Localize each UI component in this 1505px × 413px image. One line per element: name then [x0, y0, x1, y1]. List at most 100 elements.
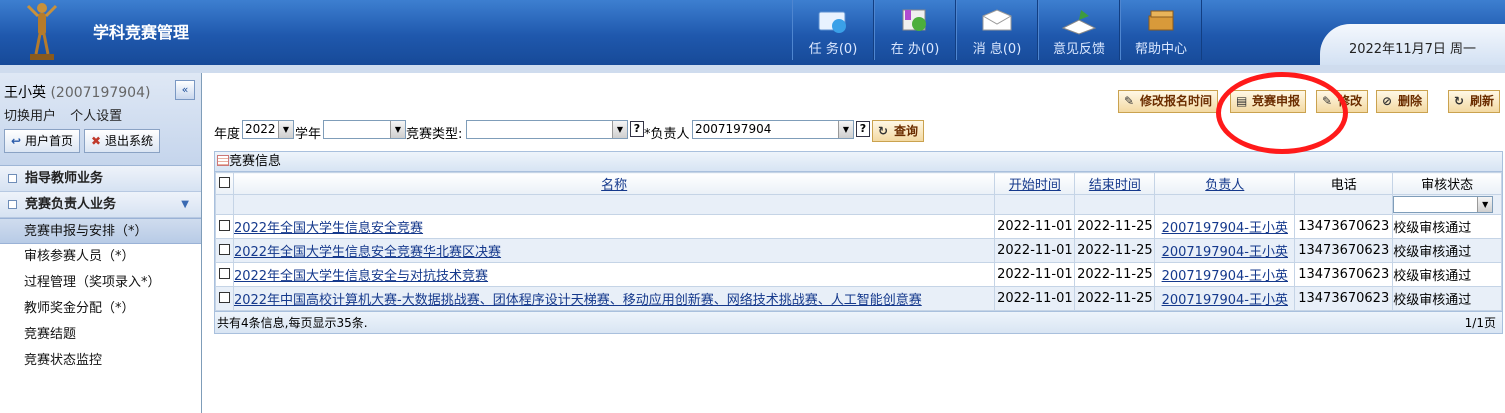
year-select[interactable]: 2022 ▼: [242, 120, 294, 139]
row-checkbox[interactable]: [218, 292, 230, 303]
status-filter-select[interactable]: ▼: [1393, 196, 1494, 213]
start-cell: 2022-11-01: [994, 286, 1076, 311]
row-checkbox[interactable]: [218, 268, 230, 279]
col-end[interactable]: 结束时间: [1074, 172, 1156, 195]
col-name[interactable]: 名称: [232, 172, 996, 195]
sidebar-item-closure[interactable]: 竞赛结题: [0, 322, 201, 348]
tasks-icon: [818, 11, 846, 33]
sidebar-item-monitor[interactable]: 竞赛状态监控: [0, 348, 201, 374]
user-id: (2007197904): [50, 85, 151, 101]
chevron-down-icon: ▼: [838, 121, 853, 138]
group-label: 竞赛负责人业务: [25, 197, 117, 212]
edit-registration-time-button[interactable]: ✎ 修改报名时间: [1118, 90, 1219, 113]
col-status: 审核状态: [1392, 172, 1502, 195]
help-center-icon: [1148, 10, 1174, 31]
status-cell: 校级审核通过: [1392, 262, 1502, 287]
owner-link[interactable]: 2007197904-王小英: [1162, 221, 1288, 236]
col-start-link[interactable]: 开始时间: [1009, 178, 1061, 193]
sidebar-item-review-participants[interactable]: 审核参赛人员（*）: [0, 244, 201, 270]
owner-label: *负责人: [644, 127, 690, 142]
competition-declare-button[interactable]: ▤ 竞赛申报: [1230, 90, 1307, 113]
chevron-down-icon: ▼: [612, 121, 627, 138]
query-label: 查询: [894, 124, 919, 138]
user-home-button[interactable]: ↩ 用户首页: [4, 129, 81, 153]
sidebar-group-owner[interactable]: 竞赛负责人业务 ▼: [0, 192, 201, 218]
sidebar-item-declare[interactable]: 竞赛申报与安排（*）: [0, 218, 201, 244]
owner-link[interactable]: 2007197904-王小英: [1162, 245, 1288, 260]
col-owner-link[interactable]: 负责人: [1205, 178, 1244, 193]
status-cell: 校级审核通过: [1392, 238, 1502, 263]
type-help-icon[interactable]: ?: [630, 121, 644, 137]
refresh-button[interactable]: ↻ 刷新: [1448, 90, 1501, 113]
competition-name-link[interactable]: 2022年中国高校计算机大赛-大数据挑战赛、团体程序设计天梯赛、移动应用创新赛、…: [234, 293, 921, 308]
logout-button[interactable]: ✖ 退出系统: [84, 129, 161, 153]
personal-settings-link[interactable]: 个人设置: [70, 109, 122, 124]
nav-feedback[interactable]: 意见反馈: [1038, 0, 1120, 60]
type-label: 竞赛类型:: [406, 127, 463, 142]
chevron-down-icon: ▼: [181, 199, 189, 210]
nav-help-center[interactable]: 帮助中心: [1120, 0, 1202, 60]
end-cell: 2022-11-25: [1074, 238, 1156, 263]
start-cell: 2022-11-01: [994, 238, 1076, 263]
app-title: 学科竞赛管理: [93, 23, 190, 42]
table-row: 2022年全国大学生信息安全竞赛华北赛区决赛 2022-11-01 2022-1…: [215, 238, 1502, 263]
chevron-down-icon: ▼: [1477, 197, 1493, 212]
date-display: 2022年11月7日 周一: [1320, 24, 1505, 65]
owner-cell: 2007197904-王小英: [1154, 286, 1296, 311]
col-name-link[interactable]: 名称: [601, 178, 627, 193]
table-header: 名称 开始时间 结束时间 负责人 电话 审核状态: [215, 172, 1502, 195]
sidebar: 王小英 (2007197904) « 切换用户 个人设置 ↩ 用户首页 ✖ 退出系统 …: [0, 73, 202, 413]
refresh-label: 刷新: [1470, 94, 1495, 108]
owner-select[interactable]: 2007197904 ▼: [692, 120, 854, 139]
competition-table: 名称 开始时间 结束时间 负责人 电话 审核状态 ▼ 2022年全国大学生信息安…: [215, 172, 1502, 311]
nav-messages[interactable]: 消 息(0): [956, 0, 1038, 60]
nav-feedback-label: 意见反馈: [1052, 42, 1105, 57]
collapse-sidebar-button[interactable]: «: [175, 80, 195, 100]
logo-figure-icon: [26, 3, 58, 60]
declare-label: 竞赛申报: [1252, 94, 1301, 108]
select-all-checkbox[interactable]: [218, 177, 230, 188]
group-icon: [8, 174, 17, 183]
owner-cell: 2007197904-王小英: [1154, 262, 1296, 287]
nav-in-progress[interactable]: 在 办(0): [874, 0, 956, 60]
competition-name-link[interactable]: 2022年全国大学生信息安全竞赛华北赛区决赛: [234, 245, 501, 260]
sidebar-group-advisor[interactable]: 指导教师业务: [0, 166, 201, 192]
messages-icon: [982, 9, 1012, 31]
user-display-name: 王小英: [4, 85, 46, 101]
owner-help-icon[interactable]: ?: [856, 121, 870, 137]
col-owner[interactable]: 负责人: [1154, 172, 1296, 195]
edit-button[interactable]: ✎ 修改: [1316, 90, 1369, 113]
competition-name-link[interactable]: 2022年全国大学生信息安全与对抗技术竞赛: [234, 269, 488, 284]
grid-title-text: 竞赛信息: [229, 154, 282, 169]
type-select[interactable]: ▼: [466, 120, 628, 139]
competition-name-link[interactable]: 2022年全国大学生信息安全竞赛: [234, 221, 423, 236]
edit-time-label: 修改报名时间: [1140, 94, 1213, 108]
name-cell: 2022年中国高校计算机大赛-大数据挑战赛、团体程序设计天梯赛、移动应用创新赛、…: [232, 286, 996, 311]
close-icon: ✖: [91, 134, 102, 148]
document-icon: ▤: [1236, 94, 1248, 108]
logout-label: 退出系统: [105, 134, 154, 148]
sidebar-item-bonus[interactable]: 教师奖金分配（*）: [0, 296, 201, 322]
delete-button[interactable]: ⊘ 删除: [1376, 90, 1429, 113]
switch-user-link[interactable]: 切换用户: [4, 109, 56, 124]
owner-cell: 2007197904-王小英: [1154, 238, 1296, 263]
row-checkbox[interactable]: [218, 244, 230, 255]
col-phone: 电话: [1294, 172, 1394, 195]
chevron-down-icon: ▼: [390, 121, 405, 138]
row-check-cell: [215, 262, 234, 287]
owner-link[interactable]: 2007197904-王小英: [1162, 293, 1288, 308]
col-end-link[interactable]: 结束时间: [1089, 178, 1141, 193]
query-button[interactable]: ↻ 查询: [872, 120, 925, 142]
owner-link[interactable]: 2007197904-王小英: [1162, 269, 1288, 284]
nav-tasks[interactable]: 任 务(0): [792, 0, 874, 60]
sidebar-item-process[interactable]: 过程管理（奖项录入*）: [0, 270, 201, 296]
phone-cell: 13473670623: [1294, 262, 1394, 287]
pencil-icon: ✎: [1124, 94, 1135, 108]
row-checkbox[interactable]: [218, 220, 230, 231]
col-start[interactable]: 开始时间: [994, 172, 1076, 195]
term-select[interactable]: ▼: [323, 120, 406, 139]
chevron-down-icon: ▼: [278, 121, 293, 138]
table-row: 2022年全国大学生信息安全与对抗技术竞赛 2022-11-01 2022-11…: [215, 262, 1502, 287]
row-check-cell: [215, 286, 234, 311]
user-name: 王小英 (2007197904): [4, 82, 197, 102]
